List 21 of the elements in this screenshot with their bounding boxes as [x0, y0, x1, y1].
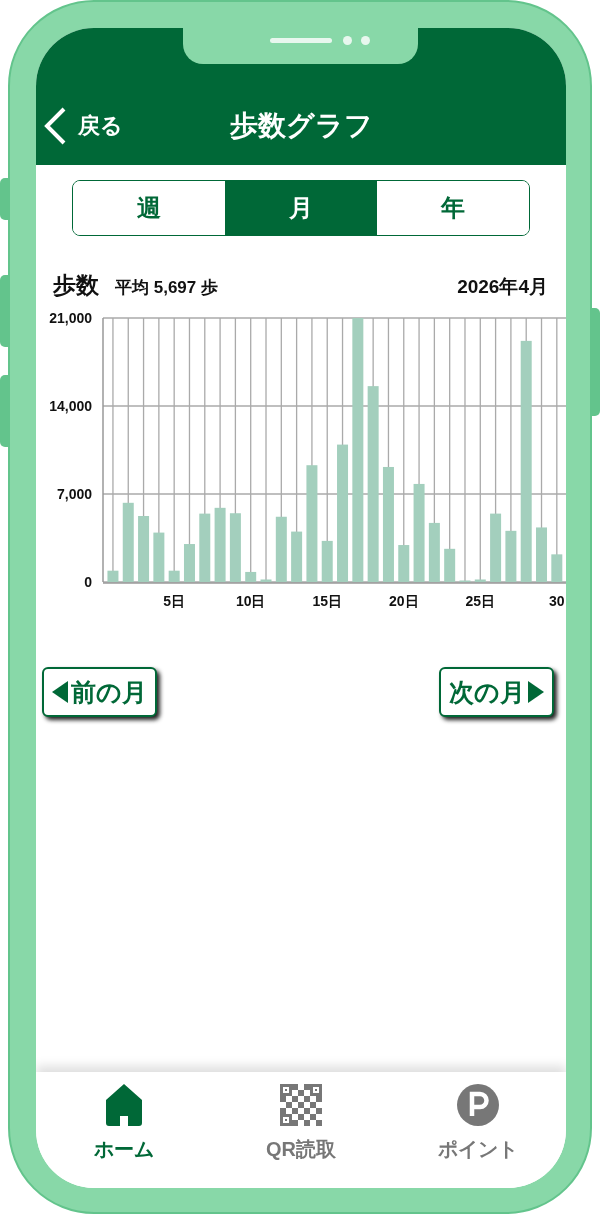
- average-steps: 平均 5,697 歩: [115, 276, 218, 299]
- x-axis-label: 20日: [388, 593, 419, 609]
- next-month-button[interactable]: 次の月: [439, 667, 554, 717]
- x-axis-label: 5日: [163, 593, 186, 609]
- y-axis-label: 0: [84, 574, 92, 590]
- y-axis-label: 7,000: [56, 486, 92, 502]
- nav-tab[interactable]: ポイント: [389, 1072, 566, 1188]
- x-axis-label: 30: [549, 593, 565, 609]
- nav-tab[interactable]: QR読取: [212, 1072, 390, 1188]
- back-button[interactable]: 戻る: [42, 106, 123, 146]
- screen-title: 歩数グラフ: [229, 109, 373, 143]
- previous-month-button[interactable]: 前の月: [42, 667, 157, 717]
- x-axis-label: 15日: [312, 593, 342, 609]
- month-label: 2026年4月: [457, 275, 548, 299]
- nav-tab[interactable]: ホーム: [36, 1072, 213, 1188]
- y-axis-label: 21,000: [49, 310, 92, 326]
- period-tab[interactable]: 月: [225, 181, 377, 235]
- y-axis-label: 14,000: [49, 398, 92, 414]
- steps-label: 歩数: [53, 271, 99, 300]
- x-axis-label: 10日: [235, 593, 266, 609]
- x-axis-label: 25日: [465, 593, 496, 609]
